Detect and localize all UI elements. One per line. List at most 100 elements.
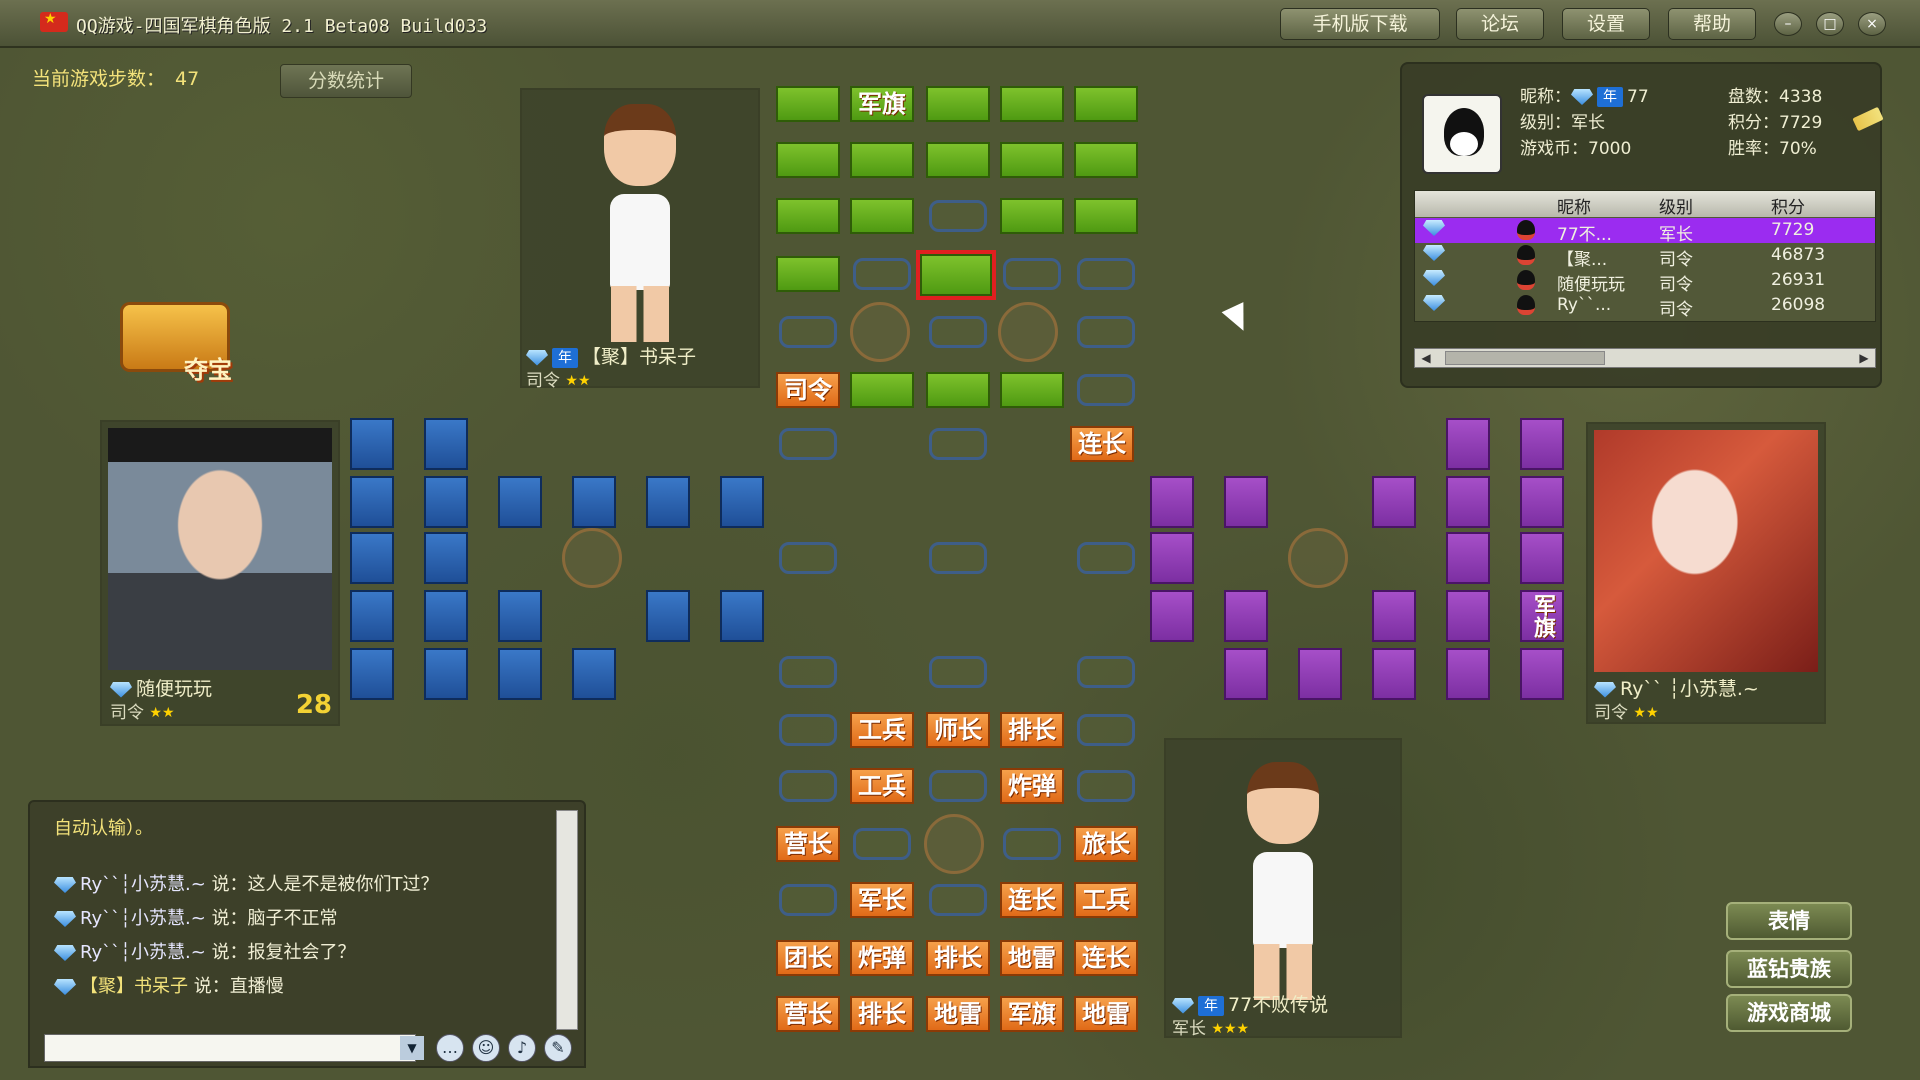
bottom-piece[interactable]: 团长 [776,940,840,976]
board-station[interactable] [1077,770,1135,802]
board-station[interactable] [779,656,837,688]
green-piece[interactable] [850,372,914,408]
bottom-piece[interactable]: 军长 [850,882,914,918]
green-piece[interactable] [926,142,990,178]
speech-bubble-icon[interactable]: … [436,1034,464,1062]
company-cmdr-piece[interactable]: 连长 [1070,426,1134,462]
bottom-piece[interactable]: 排长 [850,996,914,1032]
close-icon[interactable]: × [1858,12,1886,36]
purple-piece[interactable] [1446,418,1490,470]
board-station[interactable] [1077,258,1135,290]
chat-scrollbar[interactable] [556,810,578,1030]
board-station[interactable] [853,828,911,860]
board-station[interactable] [1003,258,1061,290]
bottom-piece[interactable]: 营长 [776,826,840,862]
bottom-piece[interactable]: 营长 [776,996,840,1032]
board-station[interactable] [779,542,837,574]
board-station[interactable] [929,428,987,460]
board-station[interactable] [929,656,987,688]
treasure-button[interactable]: 夺宝 [110,292,250,388]
purple-piece[interactable] [1520,532,1564,584]
mobile-download-button[interactable]: 手机版下载 [1280,8,1440,40]
blue-piece[interactable] [720,476,764,528]
purple-piece[interactable] [1150,590,1194,642]
green-piece[interactable] [1000,372,1064,408]
board-station[interactable] [779,714,837,746]
board-station[interactable] [929,542,987,574]
board-station[interactable] [779,884,837,916]
bottom-piece[interactable]: 工兵 [850,768,914,804]
board-station[interactable] [1077,656,1135,688]
blue-piece[interactable] [720,590,764,642]
bottom-piece[interactable]: 排长 [926,940,990,976]
board-camp[interactable] [562,528,622,588]
blue-piece[interactable] [572,648,616,700]
blue-piece[interactable] [646,590,690,642]
bottom-piece[interactable]: 地雷 [926,996,990,1032]
bottom-piece[interactable]: 连长 [1074,940,1138,976]
scroll-right-icon[interactable]: ▶ [1853,349,1875,367]
green-piece[interactable] [926,86,990,122]
board-station[interactable] [929,200,987,232]
blue-piece[interactable] [350,648,394,700]
purple-piece[interactable] [1372,648,1416,700]
bottom-piece[interactable]: 工兵 [850,712,914,748]
blue-piece[interactable] [350,476,394,528]
blue-piece[interactable] [498,648,542,700]
purple-piece[interactable] [1224,476,1268,528]
board-camp[interactable] [998,302,1058,362]
chevron-down-icon[interactable]: ▼ [400,1036,424,1060]
board-station[interactable] [853,258,911,290]
bottom-piece[interactable]: 军旗 [1000,996,1064,1032]
green-piece[interactable] [1074,198,1138,234]
bottom-piece[interactable]: 工兵 [1074,882,1138,918]
bottom-piece[interactable]: 炸弹 [850,940,914,976]
speaker-icon[interactable]: ♪ [508,1034,536,1062]
green-piece[interactable] [776,142,840,178]
table-row[interactable]: 【聚... 司令 46873 [1415,243,1875,270]
table-row[interactable]: 77不... 军长 7729 [1415,218,1875,245]
board-station[interactable] [1077,542,1135,574]
green-piece[interactable] [776,198,840,234]
green-piece[interactable] [926,372,990,408]
purple-piece[interactable] [1372,476,1416,528]
bottom-piece[interactable]: 连长 [1000,882,1064,918]
forum-button[interactable]: 论坛 [1456,8,1544,40]
board-station[interactable] [1077,374,1135,406]
blue-piece[interactable] [424,648,468,700]
chat-input[interactable] [44,1034,416,1062]
green-piece[interactable] [776,256,840,292]
bottom-piece[interactable]: 师长 [926,712,990,748]
board-station[interactable] [779,316,837,348]
blue-piece[interactable] [498,476,542,528]
green-piece[interactable] [776,86,840,122]
purple-flag-piece[interactable]: 军旗 [1520,590,1564,642]
blue-piece[interactable] [424,476,468,528]
settings-button[interactable]: 设置 [1562,8,1650,40]
blue-piece[interactable] [424,590,468,642]
board-station[interactable] [929,770,987,802]
top-commander-piece[interactable]: 司令 [776,372,840,408]
green-piece[interactable] [1000,142,1064,178]
board-camp[interactable] [924,814,984,874]
bottom-piece[interactable]: 旅长 [1074,826,1138,862]
blue-piece[interactable] [350,418,394,470]
board-station[interactable] [1003,828,1061,860]
bottom-piece[interactable]: 地雷 [1000,940,1064,976]
scroll-thumb[interactable] [1445,351,1605,365]
game-store-button[interactable]: 游戏商城 [1726,994,1852,1032]
board-station[interactable] [1077,714,1135,746]
board-station[interactable] [929,316,987,348]
board-station[interactable] [779,428,837,460]
purple-piece[interactable] [1446,532,1490,584]
green-piece[interactable] [1000,198,1064,234]
purple-piece[interactable] [1372,590,1416,642]
edit-pencil-icon[interactable] [1852,106,1884,132]
board-station[interactable] [929,884,987,916]
board-camp[interactable] [1288,528,1348,588]
blue-piece[interactable] [572,476,616,528]
bottom-piece[interactable]: 炸弹 [1000,768,1064,804]
purple-piece[interactable] [1224,590,1268,642]
blue-diamond-button[interactable]: 蓝钻贵族 [1726,950,1852,988]
table-row[interactable]: Ry``... 司令 26098 [1415,293,1875,320]
